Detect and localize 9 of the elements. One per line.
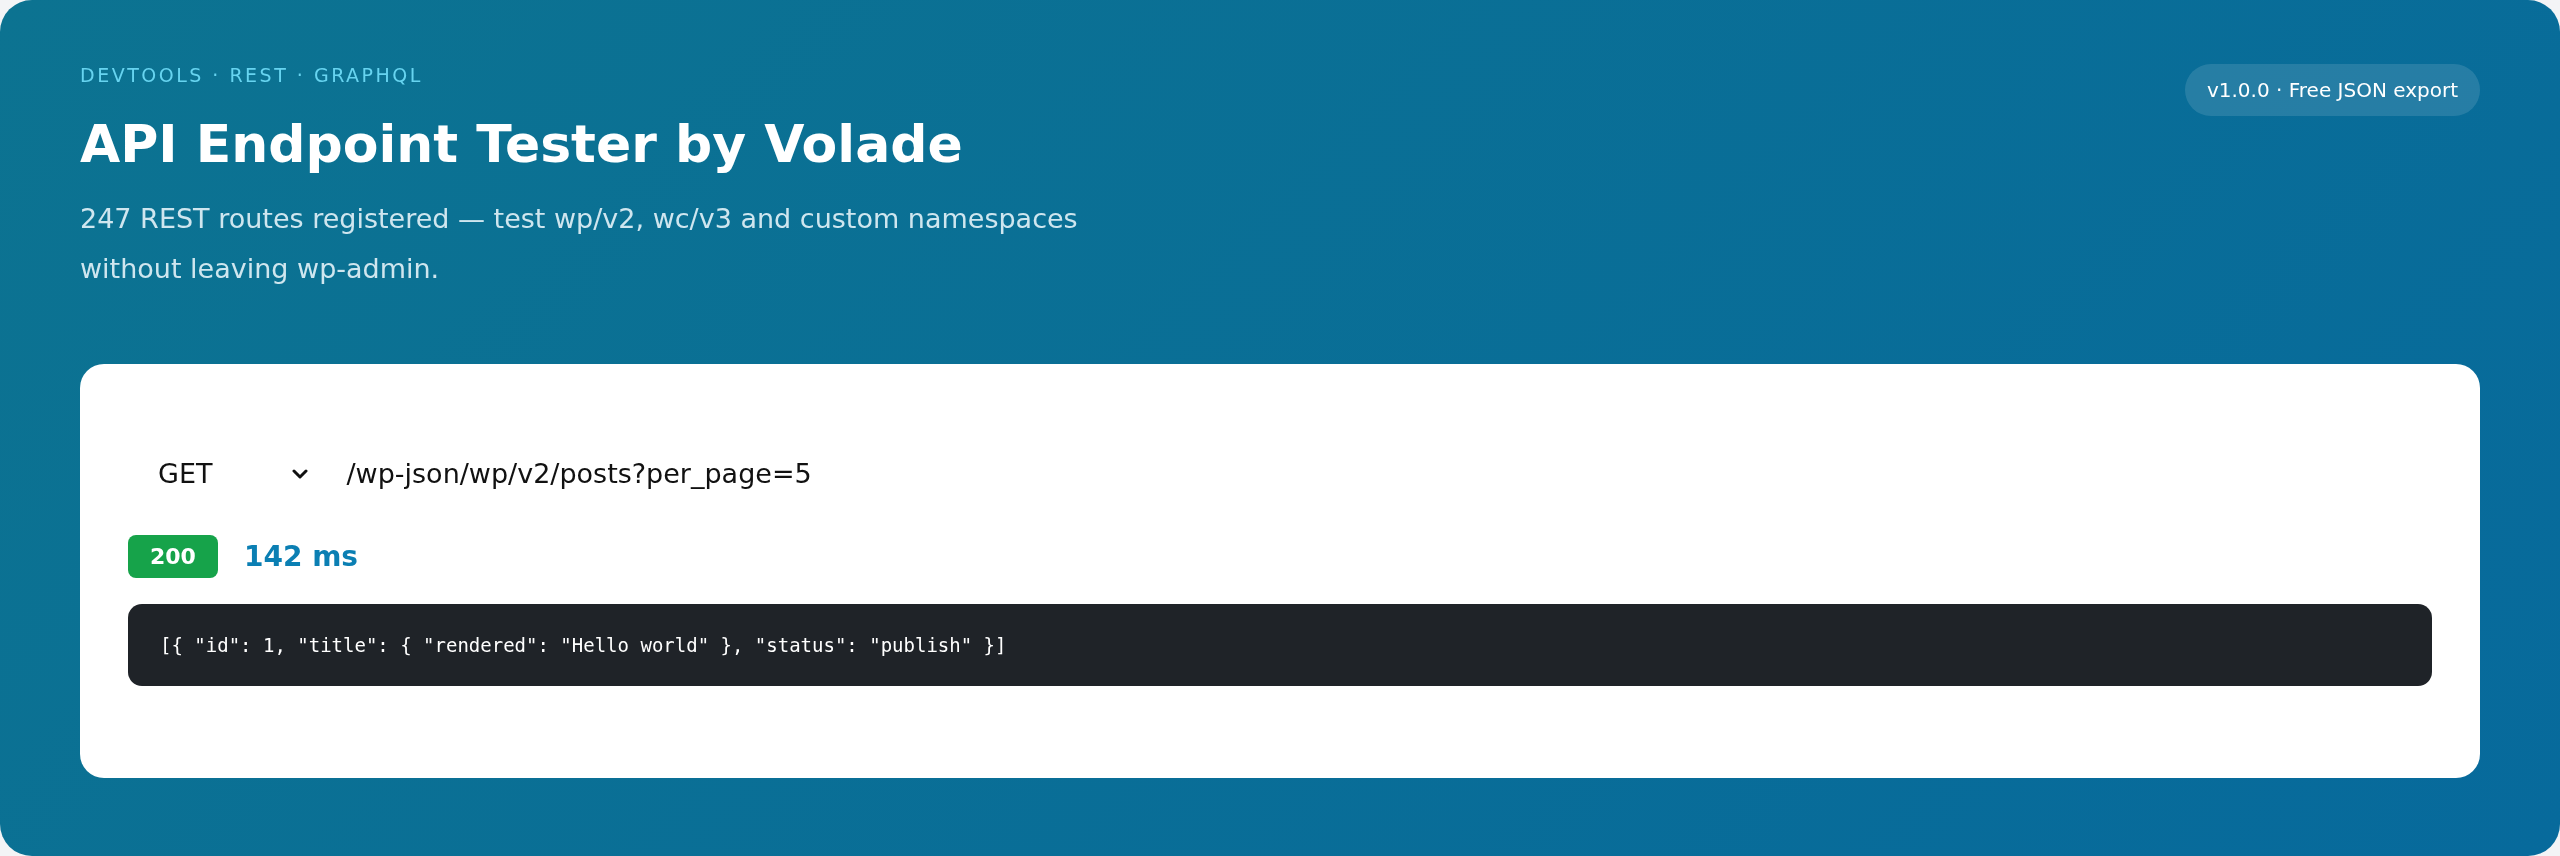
response-time: 142 ms	[243, 540, 358, 573]
eyebrow-text: DEVTOOLS · REST · GRAPHQL	[80, 64, 424, 86]
method-select[interactable]: GET	[156, 454, 311, 493]
subtitle-text: 247 REST routes registered — test wp/v2, wc/v3 and custom namespaces without leaving wp-admin.	[80, 202, 1079, 286]
response-body: [{ "id": 1, "title": { "rendered": "Hello world" }, "status": "publish" }]	[128, 604, 2432, 686]
status-badge: 200	[128, 535, 218, 578]
page-title: API Endpoint Tester by Volade	[80, 114, 964, 174]
chevron-down-icon	[292, 468, 309, 479]
version-badge: v1.0.0 · Free JSON export	[2184, 64, 2480, 116]
